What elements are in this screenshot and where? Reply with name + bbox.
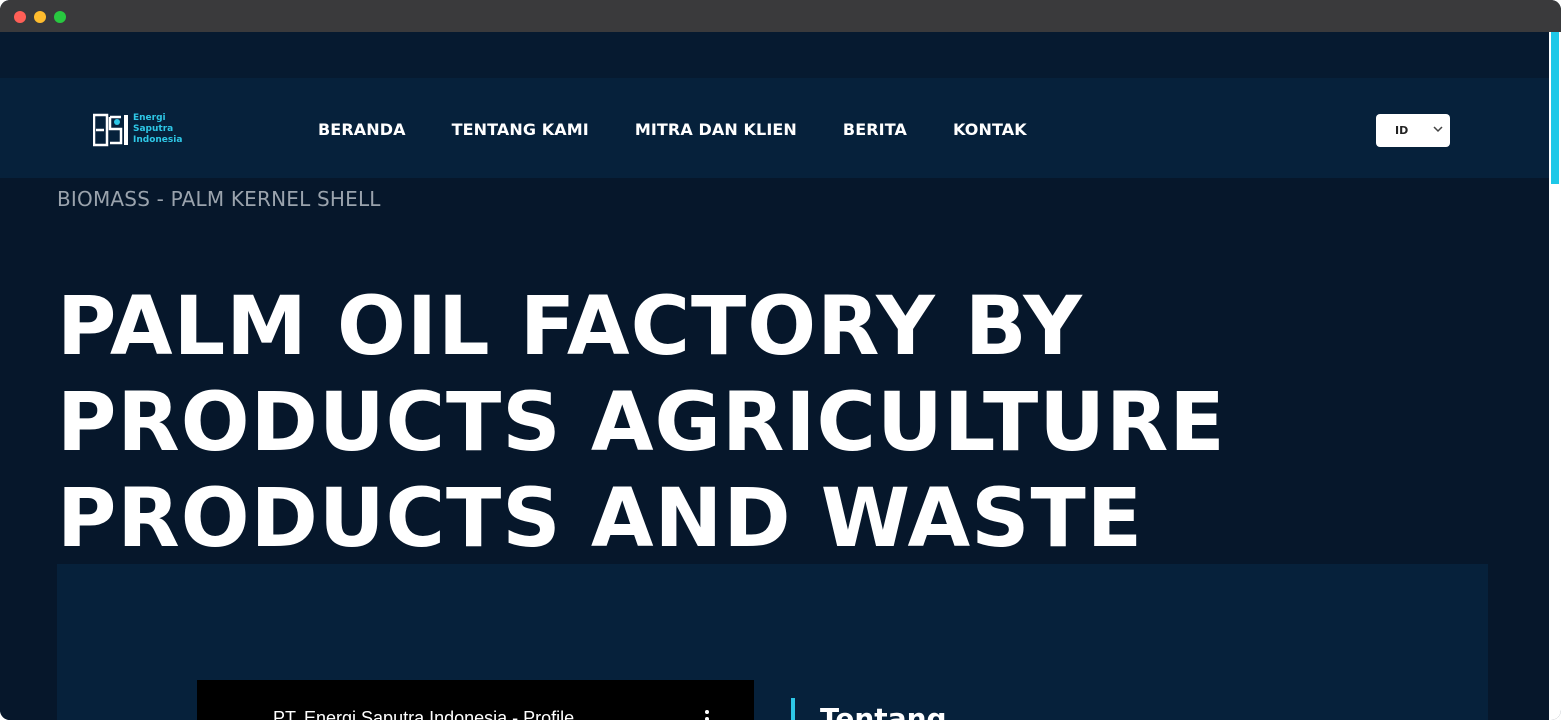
browser-window: Energi Saputra Indonesia BERANDA TENTANG… [0,0,1561,720]
language-select-value: ID [1395,124,1409,137]
nav-item-mitra-dan-klien[interactable]: MITRA DAN KLIEN [635,120,797,142]
logo-line-3: Indonesia [133,135,183,145]
language-select[interactable]: ID [1376,114,1450,147]
top-strip [0,32,1549,78]
logo-wordmark: Energi Saputra Indonesia [133,113,182,146]
logo-mark-icon [93,113,128,147]
content-panel: PT. Energi Saputra Indonesia - Profile T… [57,564,1488,720]
page-viewport: Energi Saputra Indonesia BERANDA TENTANG… [0,32,1549,720]
nav-item-berita[interactable]: BERITA [843,120,907,142]
scrollbar-thumb[interactable] [1551,32,1559,184]
page-title-line-2: PRODUCTS AGRICULTURE [57,376,1226,470]
breadcrumb: BIOMASS - PALM KERNEL SHELL [57,187,381,211]
about-heading: Tentang [820,702,947,720]
more-vertical-icon[interactable] [702,708,712,720]
chevron-down-icon [1433,126,1443,133]
page-title-line-1: PALM OIL FACTORY BY [57,280,1083,374]
window-titlebar [0,0,1561,32]
page-scrollbar[interactable] [1549,32,1561,720]
logo-line-1: Energi [133,113,166,123]
minimize-window-button[interactable] [34,11,46,23]
primary-nav: BERANDA TENTANG KAMI MITRA DAN KLIEN BER… [318,120,1073,142]
nav-item-tentang-kami[interactable]: TENTANG KAMI [452,120,589,142]
about-accent-bar [791,698,795,720]
video-embed[interactable]: PT. Energi Saputra Indonesia - Profile [197,680,754,720]
main-navbar: Energi Saputra Indonesia BERANDA TENTANG… [0,78,1549,178]
video-title[interactable]: PT. Energi Saputra Indonesia - Profile [273,708,574,720]
close-window-button[interactable] [14,11,26,23]
nav-item-kontak[interactable]: KONTAK [953,120,1027,142]
page-title-line-3: PRODUCTS AND WASTE [57,472,1144,566]
page-title: PALM OIL FACTORY BY PRODUCTS AGRICULTURE… [57,279,1357,567]
logo-line-2: Saputra [133,124,174,134]
company-logo[interactable]: Energi Saputra Indonesia [93,113,193,149]
maximize-window-button[interactable] [54,11,66,23]
nav-item-beranda[interactable]: BERANDA [318,120,406,142]
